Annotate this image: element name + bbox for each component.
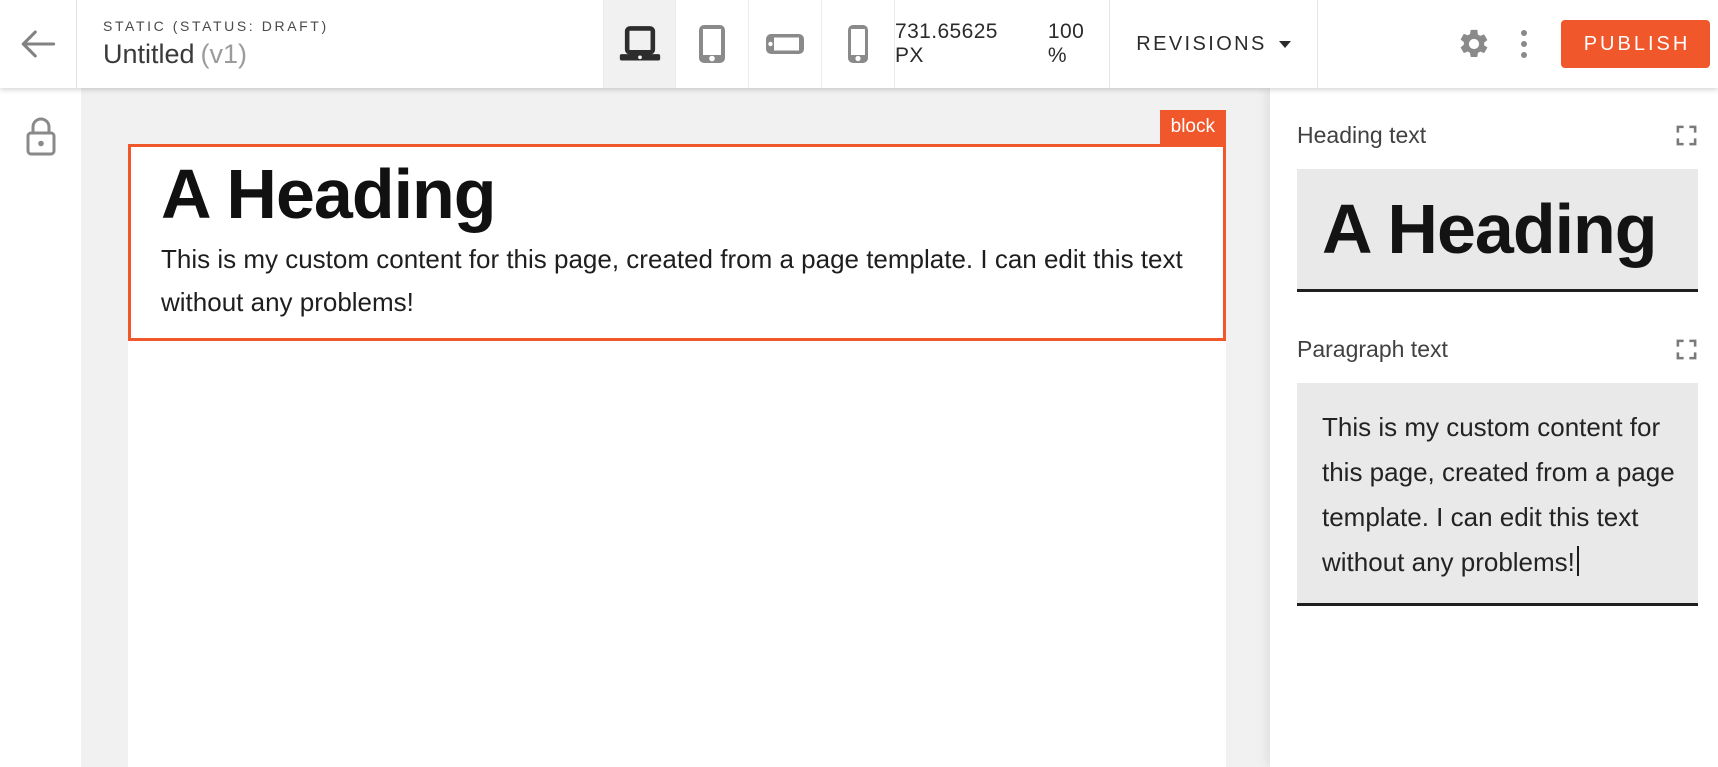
paragraph-text-input[interactable]: This is my custom content for this page,…: [1297, 383, 1698, 606]
document-title-area: STATIC (STATUS: DRAFT) Untitled(v1): [103, 0, 329, 88]
heading-field-header: Heading text: [1297, 122, 1698, 149]
tablet-portrait-icon: [697, 24, 727, 64]
heading-text-input[interactable]: A Heading: [1297, 169, 1698, 292]
heading-field-group: Heading text A Heading: [1297, 122, 1698, 292]
phone-icon: [845, 24, 871, 64]
publish-button[interactable]: PUBLISH: [1561, 20, 1710, 68]
document-status-label: STATIC (STATUS: DRAFT): [103, 18, 329, 34]
lock-icon: [21, 114, 61, 158]
gear-icon: [1457, 27, 1491, 61]
arrow-left-icon: [16, 22, 60, 66]
chevron-down-icon: [1279, 41, 1291, 48]
left-rail: [0, 88, 81, 767]
paragraph-expand-button[interactable]: [1675, 338, 1698, 361]
device-preview-group: [603, 0, 895, 88]
edit-sidebar: Heading text A Heading Paragraph t: [1270, 88, 1718, 767]
heading-expand-button[interactable]: [1675, 124, 1698, 147]
viewport-metrics: 731.65625 PX 100 %: [895, 0, 1110, 88]
revisions-label: REVISIONS: [1136, 33, 1267, 56]
more-options-button[interactable]: [1521, 30, 1527, 58]
text-cursor: [1577, 546, 1579, 576]
fullscreen-icon: [1675, 124, 1698, 147]
paragraph-field-group: Paragraph text This is my custom content…: [1297, 336, 1698, 606]
document-title-text: Untitled: [103, 39, 195, 69]
viewport-width-value: 731.65625 PX: [895, 20, 1032, 68]
paragraph-field-label: Paragraph text: [1297, 336, 1448, 363]
page-editor-app: STATIC (STATUS: DRAFT) Untitled(v1): [0, 0, 1718, 767]
heading-field-label: Heading text: [1297, 122, 1426, 149]
kebab-menu-icon: [1521, 30, 1527, 58]
selected-content-block[interactable]: A Heading This is my custom content for …: [128, 144, 1226, 341]
heading-text-value: A Heading: [1322, 189, 1657, 269]
revisions-area: REVISIONS: [1110, 0, 1318, 88]
document-version: (v1): [201, 39, 248, 69]
fullscreen-icon: [1675, 338, 1698, 361]
device-desktop-button[interactable]: [603, 0, 676, 88]
zoom-level-value: 100 %: [1048, 20, 1109, 68]
preview-heading: A Heading: [161, 155, 1193, 233]
block-type-tag: block: [1160, 110, 1226, 144]
paragraph-field-header: Paragraph text: [1297, 336, 1698, 363]
toolbar-right-group: PUBLISH: [1318, 0, 1718, 88]
main-area: block A Heading This is my custom conten…: [0, 88, 1718, 767]
preview-canvas: block A Heading This is my custom conten…: [81, 88, 1270, 767]
page-preview: A Heading This is my custom content for …: [128, 144, 1226, 767]
settings-button[interactable]: [1457, 27, 1491, 61]
tablet-landscape-icon: [765, 32, 805, 56]
laptop-icon: [618, 25, 662, 63]
paragraph-text-value: This is my custom content for this page,…: [1322, 412, 1675, 577]
revisions-dropdown[interactable]: REVISIONS: [1136, 33, 1291, 56]
preview-paragraph: This is my custom content for this page,…: [161, 238, 1193, 324]
back-button[interactable]: [0, 0, 77, 88]
top-toolbar: STATIC (STATUS: DRAFT) Untitled(v1): [0, 0, 1718, 88]
device-phone-button[interactable]: [822, 0, 895, 88]
device-tablet-portrait-button[interactable]: [676, 0, 749, 88]
document-title: Untitled(v1): [103, 39, 247, 70]
device-tablet-landscape-button[interactable]: [749, 0, 822, 88]
lock-toggle-button[interactable]: [21, 114, 61, 158]
